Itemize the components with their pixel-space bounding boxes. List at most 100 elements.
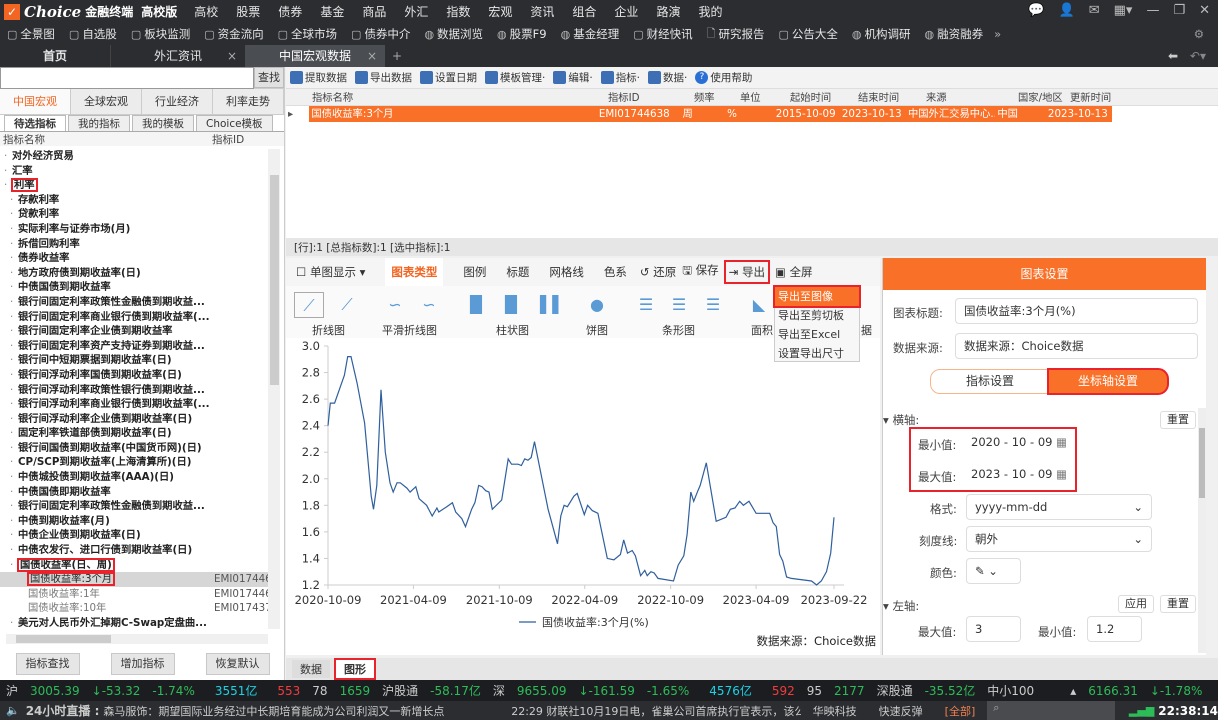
quick-item[interactable]: ◍ 基金经理	[561, 25, 620, 44]
close-tab-icon[interactable]: ×	[227, 45, 237, 67]
more-icon[interactable]: »	[994, 27, 1001, 41]
smooth-line-icon[interactable]: ∽	[380, 292, 410, 318]
tab-rate-trend[interactable]: 利率走势	[213, 89, 284, 114]
menu-item[interactable]: 外汇	[404, 3, 428, 20]
chat-icon[interactable]: 💬	[1028, 3, 1044, 18]
quick-item[interactable]: ◍ 机构调研	[852, 25, 911, 44]
area-chart-icon[interactable]: ◣	[744, 292, 774, 318]
tree-hscrollbar[interactable]	[6, 634, 268, 644]
toolbar-button[interactable]: ? 使用帮助	[695, 70, 752, 85]
export-to-clipboard[interactable]: 导出至剪切板	[775, 306, 859, 325]
format-select[interactable]: yyyy-mm-dd ⌄	[966, 494, 1152, 520]
tab-fx-news[interactable]: 外汇资讯 ×	[110, 45, 245, 67]
tree-scrollbar[interactable]	[268, 149, 280, 629]
subtab-candidates[interactable]: 待选指标	[4, 115, 66, 131]
tree-node[interactable]: · 对外经济贸易	[0, 149, 268, 164]
chart-title-input[interactable]: 国债收益率:3个月(%)	[955, 298, 1198, 324]
bar-chart-icon[interactable]: ▐▌	[461, 292, 491, 318]
menu-item[interactable]: 基金	[320, 3, 344, 20]
grid-row[interactable]: ▸ 国债收益率:3个月 EMI01744638 周% 2015-10-09 2023-10…	[286, 106, 1112, 122]
tab-global-macro[interactable]: 全球宏观	[71, 89, 142, 114]
tree-node[interactable]: 国债收益率:1年 EMI017446	[0, 587, 268, 602]
restore-icon[interactable]: ❐	[1173, 3, 1185, 18]
tree-node[interactable]: · CP/SCP到期收益率(上海清算所)(日)	[0, 455, 268, 470]
subtab-my-indicators[interactable]: 我的指标	[68, 115, 130, 131]
new-tab-button[interactable]: +	[385, 45, 409, 67]
tab-gridlines[interactable]: 网格线	[549, 264, 584, 280]
close-tab-icon[interactable]: ×	[367, 45, 377, 67]
quick-item[interactable]: ▢ 资金流向	[204, 25, 263, 44]
tree-node[interactable]: · 银行间浮动利率企业债到期收益率(日)	[0, 412, 268, 427]
tree-node[interactable]: · 中债国债到期收益率	[0, 280, 268, 295]
menu-item[interactable]: 组合	[572, 3, 596, 20]
news-tag[interactable]: 快速反弹	[879, 703, 923, 719]
tick-select[interactable]: 朝外 ⌄	[966, 526, 1152, 552]
percent-hbar-icon[interactable]: ☰	[698, 292, 728, 318]
tab-title[interactable]: 标题	[506, 264, 529, 280]
save-button[interactable]: 🖫 保存	[682, 262, 718, 282]
menu-item[interactable]: 我的	[698, 3, 722, 20]
tree-node[interactable]: · 中债到期收益率(月)	[0, 514, 268, 529]
tab-legend[interactable]: 图例	[463, 264, 486, 280]
mail-icon[interactable]: ✉	[1089, 3, 1100, 18]
export-button[interactable]: ⇥ 导出	[723, 260, 770, 284]
toolbar-button[interactable]: 设置日期	[420, 70, 477, 85]
export-to-excel[interactable]: 导出至Excel	[775, 325, 859, 344]
news-item[interactable]: 22:29 财联社10月19日电，雀巢公司首席执行官表示，该公司正在研发可	[511, 703, 800, 719]
minimize-icon[interactable]: —	[1146, 3, 1159, 18]
col-id-header[interactable]: 指标ID	[212, 132, 244, 146]
grid-header[interactable]: 指标名称 指标ID 频率 单位 起始时间 结束时间 来源 国家/地区 更新时间	[286, 90, 1218, 106]
single-chart-toggle[interactable]: ☐ 单图显示 ▾	[296, 264, 365, 280]
line-chart-icon[interactable]: ⟋	[294, 292, 324, 318]
speaker-icon[interactable]: 🔈	[6, 704, 20, 717]
indicator-settings-tab[interactable]: 指标设置	[930, 369, 1050, 394]
tab-industry[interactable]: 行业经济	[142, 89, 213, 114]
tab-data[interactable]: 数据	[292, 660, 330, 678]
xaxis-reset-button[interactable]: 重置	[1160, 411, 1196, 429]
tab-china-macro[interactable]: 中国宏观数据 ×	[245, 45, 385, 67]
tree-node[interactable]: · 中债国债即期收益率	[0, 485, 268, 500]
yaxis-reset-button[interactable]: 重置	[1160, 595, 1196, 613]
smooth-line-marker-icon[interactable]: ∽	[414, 292, 444, 318]
export-size-setting[interactable]: 设置导出尺寸	[775, 344, 859, 363]
tree-node[interactable]: · 利率	[0, 178, 268, 193]
tab-color-scheme[interactable]: 色系	[604, 264, 627, 280]
menu-item[interactable]: 指数	[446, 3, 470, 20]
menu-item[interactable]: 企业	[614, 3, 638, 20]
horizontal-bar-icon[interactable]: ☰	[631, 292, 661, 318]
toolbar-button[interactable]: 编辑·	[553, 70, 593, 85]
menu-item[interactable]: 股票	[236, 3, 260, 20]
subtab-my-templates[interactable]: 我的模板	[132, 115, 194, 131]
restore-default-button[interactable]: 恢复默认	[205, 653, 270, 675]
tree-node[interactable]: 国债收益率:3个月 EMI017446	[0, 572, 268, 587]
max-date-input[interactable]: 2023 - 10 - 09 ▦	[963, 462, 1067, 488]
tree-node[interactable]: · 中债农发行、进口行债到期收益率(日)	[0, 543, 268, 558]
subtab-choice-templates[interactable]: Choice模板	[196, 115, 273, 131]
quick-item[interactable]: ◍ 融资融券	[924, 25, 983, 44]
quick-item[interactable]: 🗋 研究报告	[707, 25, 765, 44]
tree-node[interactable]: · 拆借回购利率	[0, 237, 268, 252]
quick-item[interactable]: ◍ 数据浏览	[424, 25, 483, 44]
line-chart-marker-icon[interactable]: ⟋	[332, 292, 362, 318]
search-button[interactable]: 查找	[254, 67, 284, 88]
menu-item[interactable]: 高校	[194, 3, 218, 20]
tree-node[interactable]: · 贷款利率	[0, 207, 268, 222]
menu-item[interactable]: 债券	[278, 3, 302, 20]
toolbar-button[interactable]: 提取数据	[290, 70, 347, 85]
news-item[interactable]: 森马服饰：期望国际业务经过中长期培育能成为公司利润又一新增长点	[103, 703, 476, 719]
quick-item[interactable]: ▢ 板块监测	[131, 25, 190, 44]
tree-node[interactable]: · 银行间浮动利率国债到期收益率(日)	[0, 368, 268, 383]
quick-item[interactable]: ▢ 公告大全	[778, 25, 837, 44]
quick-item[interactable]: ▢ 债券中介	[351, 25, 410, 44]
tree-node[interactable]: · 汇率	[0, 164, 268, 179]
tree-node[interactable]: · 实际利率与证券市场(月)	[0, 222, 268, 237]
news-search[interactable]: ⌕	[987, 701, 1115, 720]
toolbar-button[interactable]: 数据·	[648, 70, 687, 85]
quick-item[interactable]: ▢ 全球市场	[278, 25, 337, 44]
legend-label[interactable]: 国债收益率:3个月(%)	[542, 615, 649, 629]
tree-node[interactable]: · 中债城投债到期收益率(AAA)(日)	[0, 470, 268, 485]
news-tag[interactable]: 华映科技	[813, 703, 857, 719]
undo-icon[interactable]: ↶▾	[1190, 49, 1206, 63]
tab-china-macro[interactable]: 中国宏观	[0, 89, 71, 114]
toolbar-button[interactable]: 导出数据	[355, 70, 412, 85]
